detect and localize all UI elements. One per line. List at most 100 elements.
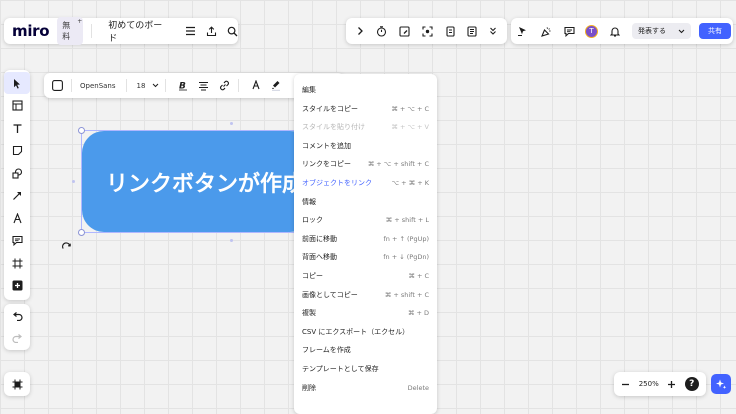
share-button[interactable]: 共有 xyxy=(699,23,731,39)
left-toolbar xyxy=(4,70,30,300)
connection-point-top[interactable] xyxy=(230,122,233,125)
rounded-rectangle-shape[interactable]: リンクボタンが作成 xyxy=(82,131,312,232)
present-button-label: 発表する xyxy=(638,27,666,35)
present-button[interactable]: 発表する xyxy=(632,23,691,39)
voting-icon[interactable] xyxy=(446,25,455,37)
cursor-share-icon[interactable] xyxy=(517,26,528,37)
shape-text[interactable]: リンクボタンが作成 xyxy=(106,166,304,198)
context-menu-item[interactable]: 削除 Delete xyxy=(302,379,429,397)
context-menu-item[interactable]: CSV にエクスポート（エクセル） xyxy=(302,323,429,341)
notes-icon[interactable] xyxy=(467,25,477,37)
context-menu-item-label: テンプレートとして保存 xyxy=(302,365,379,373)
context-menu-item[interactable]: 複製 ⌘ + D xyxy=(302,304,429,322)
context-menu-item[interactable]: 背面へ移動 fn + ↓ (PgDn) xyxy=(302,248,429,266)
chevron-right-icon[interactable] xyxy=(356,26,364,36)
undo-button[interactable] xyxy=(4,305,30,327)
context-menu-item-label: 背面へ移動 xyxy=(302,253,337,262)
text-tool[interactable] xyxy=(4,117,30,139)
link-icon[interactable] xyxy=(219,80,230,91)
context-menu-item-shortcut: ⌘ + D xyxy=(407,309,429,318)
context-menu-item-shortcut: fn + ↑ (PgUp) xyxy=(383,234,430,243)
select-tool[interactable] xyxy=(4,72,30,94)
context-menu-item-shortcut: ⌘ + shift + L xyxy=(385,216,429,225)
context-menu-item[interactable]: オブジェクトをリンク ⌥ + ⌘ + K xyxy=(302,174,429,192)
comment-tool[interactable] xyxy=(4,230,30,252)
avatar[interactable]: T xyxy=(585,24,598,38)
sticky-note-tool[interactable] xyxy=(4,140,30,162)
focus-icon[interactable] xyxy=(422,25,434,37)
board-name[interactable]: 初めてのボード xyxy=(108,18,171,44)
plan-badge[interactable]: 無料 + xyxy=(57,17,84,45)
pen-tool[interactable] xyxy=(4,207,30,229)
context-menu-item-shortcut: fn + ↓ (PgDn) xyxy=(383,253,429,262)
frame-tool[interactable] xyxy=(4,252,30,274)
sparkle-icon xyxy=(715,378,727,390)
timer-icon[interactable] xyxy=(376,25,387,37)
highlighter-icon[interactable] xyxy=(271,80,281,91)
help-button[interactable]: ? xyxy=(684,377,699,391)
context-menu: 編集スタイルをコピー ⌘ + ⌥ + C スタイルを貼り付け ⌘ + ⌥ + V コメン… xyxy=(294,74,437,414)
table-tool[interactable] xyxy=(4,95,30,117)
context-menu-item-label: ロック xyxy=(302,216,323,225)
context-menu-item[interactable]: 前面に移動 fn + ↑ (PgUp) xyxy=(302,230,429,248)
table-icon xyxy=(11,100,23,111)
bold-italic-icon[interactable]: B xyxy=(178,80,188,91)
frames-panel-button[interactable] xyxy=(4,372,30,396)
export-icon[interactable] xyxy=(206,25,217,37)
comment-icon[interactable] xyxy=(564,26,575,37)
pen-icon xyxy=(12,212,23,224)
zoom-out-icon[interactable] xyxy=(621,380,630,389)
rotate-icon[interactable] xyxy=(61,242,72,253)
board-tools-panel xyxy=(346,18,507,44)
resize-handle-top-left[interactable] xyxy=(78,127,85,134)
redo-button[interactable] xyxy=(4,328,30,350)
notification-bell-icon[interactable] xyxy=(610,26,620,37)
reactions-icon[interactable] xyxy=(540,26,552,37)
context-menu-item-shortcut: ⌘ + C xyxy=(408,272,429,280)
context-menu-item: スタイルを貼り付け ⌘ + ⌥ + V xyxy=(302,118,429,136)
menu-icon[interactable] xyxy=(185,26,196,36)
font-size-select[interactable]: 18 xyxy=(137,82,146,90)
context-menu-item-label: 前面に移動 xyxy=(302,234,337,243)
shapes-tool[interactable] xyxy=(4,162,30,184)
arrow-icon xyxy=(12,190,23,201)
connection-point-bottom[interactable] xyxy=(230,239,233,242)
font-family-select[interactable]: OpenSans xyxy=(80,82,116,90)
context-menu-item[interactable]: スタイルをコピー ⌘ + ⌥ + C xyxy=(302,100,429,118)
undo-redo-panel xyxy=(4,304,30,350)
context-menu-item-shortcut: Delete xyxy=(407,383,429,392)
frame-edit-icon[interactable] xyxy=(399,25,410,37)
shapes-icon xyxy=(11,167,23,179)
context-menu-item-shortcut: ⌘ + shift + C xyxy=(384,290,429,299)
chevron-down-icon[interactable] xyxy=(678,29,685,34)
chevrons-down-icon[interactable] xyxy=(489,26,497,36)
sticky-note-icon xyxy=(12,145,23,156)
search-icon[interactable] xyxy=(227,26,238,37)
add-more-tool[interactable] xyxy=(4,275,30,297)
context-menu-item-label: 編集 xyxy=(302,86,316,94)
context-menu-item[interactable]: テンプレートとして保存 xyxy=(302,360,429,378)
context-menu-item[interactable]: フレームを作成 xyxy=(302,341,429,359)
shape-fill-swatch[interactable] xyxy=(52,80,63,91)
divider xyxy=(91,24,93,38)
text-color-icon[interactable] xyxy=(251,80,261,91)
context-menu-item[interactable]: 情報 xyxy=(302,193,429,211)
align-center-icon[interactable] xyxy=(198,81,209,91)
context-menu-item[interactable]: コピー ⌘ + C xyxy=(302,267,429,285)
chevron-down-icon[interactable] xyxy=(152,83,159,88)
context-menu-item[interactable]: コメントを追加 xyxy=(302,137,429,155)
zoom-in-icon[interactable] xyxy=(667,380,676,389)
collaboration-panel: T 発表する 共有 xyxy=(511,18,733,44)
context-menu-item[interactable]: リンクをコピー ⌘ + ⌥ + shift + C xyxy=(302,155,429,173)
miro-logo[interactable]: miro xyxy=(12,22,50,40)
context-menu-item-label: 削除 xyxy=(302,383,316,392)
context-menu-item[interactable]: ロック ⌘ + shift + L xyxy=(302,211,429,229)
ai-assist-button[interactable] xyxy=(711,374,731,394)
zoom-level[interactable]: 250% xyxy=(639,380,659,388)
context-menu-item-label: リンクをコピー xyxy=(302,160,351,169)
connector-tool[interactable] xyxy=(4,185,30,207)
context-menu-item[interactable]: 画像としてコピー ⌘ + shift + C xyxy=(302,286,429,304)
context-menu-item[interactable]: 編集 xyxy=(302,81,429,99)
connection-point-left[interactable] xyxy=(72,180,75,183)
resize-handle-bottom-left[interactable] xyxy=(78,229,85,236)
